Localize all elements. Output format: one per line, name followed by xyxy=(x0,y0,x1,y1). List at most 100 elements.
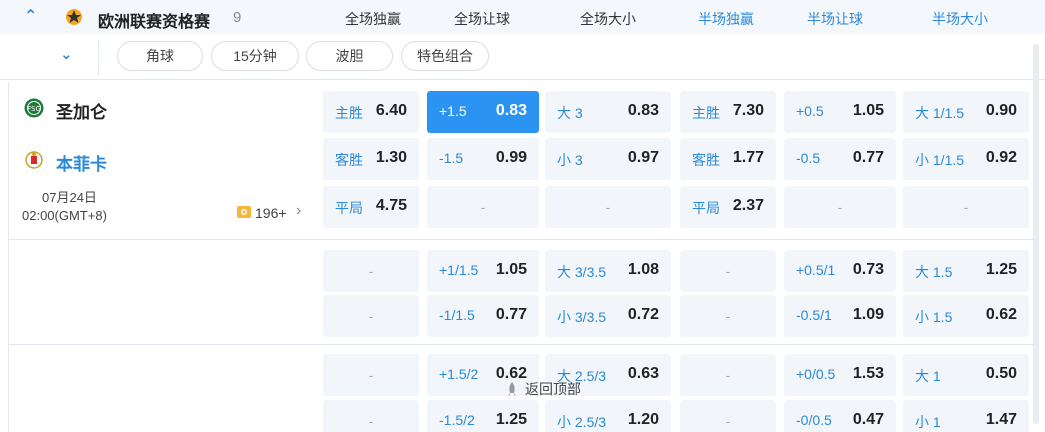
odds-cell-ft-handicap[interactable]: -1.5/2 1.25 xyxy=(427,400,539,432)
odds-label: 小 1/1.5 xyxy=(915,152,965,168)
odds-cell-ft-1x2: - xyxy=(323,354,419,396)
more-markets-icon[interactable] xyxy=(236,204,252,220)
odds-label: -1.5/2 xyxy=(439,412,475,428)
odds-value: 0.73 xyxy=(852,261,884,278)
odds-label: -0/0.5 xyxy=(796,412,832,428)
odds-cell-ft-over-under[interactable]: 小 3/3.5 0.72 xyxy=(545,295,671,337)
odds-cell-ft-1x2: - xyxy=(323,295,419,337)
empty-odds-dash: - xyxy=(725,413,731,429)
odds-label: 大 3 xyxy=(557,105,583,121)
odds-label: 小 1 xyxy=(915,414,941,430)
odds-cell-ft-1x2: - xyxy=(323,400,419,432)
benfica-badge-icon xyxy=(25,151,43,169)
back-to-top-button[interactable]: 返回顶部 xyxy=(505,379,581,399)
odds-cell-ht-handicap[interactable]: +0.5 1.05 xyxy=(784,91,896,133)
filter-special-combo[interactable]: 特色组合 xyxy=(401,41,489,71)
col-ht-handicap[interactable]: 半场让球 xyxy=(775,9,895,29)
odds-cell-ht-over-under[interactable]: 小 1/1.5 0.92 xyxy=(903,138,1029,180)
odds-label: 小 3/3.5 xyxy=(557,309,607,325)
odds-value: 4.75 xyxy=(375,197,407,214)
odds-label: 小 1.5 xyxy=(915,309,953,325)
odds-cell-ht-1x2: - xyxy=(680,250,776,292)
odds-cell-ht-over-under[interactable]: 小 1.5 0.62 xyxy=(903,295,1029,337)
odds-cell-ft-handicap[interactable]: +1.5 0.83 xyxy=(427,91,539,133)
odds-value: 0.90 xyxy=(985,102,1017,119)
odds-cell-ft-handicap[interactable]: -1.5 0.99 xyxy=(427,138,539,180)
odds-value: 0.83 xyxy=(495,102,527,119)
odds-cell-ht-over-under: - xyxy=(903,186,1029,228)
odds-cell-ft-1x2[interactable]: 主胜 6.40 xyxy=(323,91,419,133)
odds-value: 7.30 xyxy=(732,102,764,119)
odds-value: 1.09 xyxy=(852,306,884,323)
col-ht-1x2[interactable]: 半场独赢 xyxy=(666,9,786,29)
filter-correct-score[interactable]: 波胆 xyxy=(306,41,393,71)
odds-label: 平局 xyxy=(692,200,720,216)
odds-value: 0.63 xyxy=(627,365,659,382)
odds-value: 1.47 xyxy=(985,411,1017,428)
odds-value: 1.05 xyxy=(495,261,527,278)
odds-label: 小 2.5/3 xyxy=(557,414,607,430)
col-ft-1x2: 全场独赢 xyxy=(345,11,401,27)
empty-odds-dash: - xyxy=(725,367,731,383)
odds-cell-ht-handicap[interactable]: -0.5 0.77 xyxy=(784,138,896,180)
empty-odds-dash: - xyxy=(368,263,374,279)
collapse-chevron-icon[interactable]: ⌃ xyxy=(24,6,37,26)
odds-label: +0.5 xyxy=(796,103,824,119)
away-team-name[interactable]: 本菲卡 xyxy=(56,150,107,175)
col-ht-over-under[interactable]: 半场大小 xyxy=(900,9,1020,29)
odds-cell-ft-handicap[interactable]: -1/1.5 0.77 xyxy=(427,295,539,337)
odds-label: 客胜 xyxy=(692,152,720,168)
competition-title[interactable]: 欧洲联赛资格赛 xyxy=(98,8,210,32)
odds-cell-ht-handicap[interactable]: +0.5/1 0.73 xyxy=(784,250,896,292)
odds-label: 大 1.5 xyxy=(915,264,953,280)
more-markets-count[interactable]: 196+ xyxy=(255,205,287,221)
filter-corners[interactable]: 角球 xyxy=(117,41,203,71)
odds-panel: ⌃ 欧洲联赛资格赛 9 全场独赢 全场让球 全场大小 半场独赢 半场让球 半场大… xyxy=(0,0,1045,432)
odds-cell-ht-over-under[interactable]: 小 1 1.47 xyxy=(903,400,1029,432)
match-date: 07月24日 xyxy=(42,190,97,205)
col-ft-handicap: 全场让球 xyxy=(454,11,510,27)
market-filter-bar: ⌄ 角球 15分钟 波胆 特色组合 xyxy=(0,34,1045,80)
odds-cell-ht-over-under[interactable]: 大 1.5 1.25 xyxy=(903,250,1029,292)
odds-label: -0.5 xyxy=(796,150,821,166)
odds-value: 0.62 xyxy=(985,306,1017,323)
odds-cell-ft-over-under[interactable]: 小 2.5/3 1.20 xyxy=(545,400,671,432)
filter-15min[interactable]: 15分钟 xyxy=(211,41,299,71)
odds-cell-ht-handicap[interactable]: -0/0.5 0.47 xyxy=(784,400,896,432)
odds-cell-ft-handicap[interactable]: +1/1.5 1.05 xyxy=(427,250,539,292)
empty-odds-dash: - xyxy=(963,199,969,215)
odds-value: 0.50 xyxy=(985,365,1017,382)
odds-cell-ht-handicap[interactable]: +0/0.5 1.53 xyxy=(784,354,896,396)
odds-cell-ft-over-under[interactable]: 小 3 0.97 xyxy=(545,138,671,180)
odds-cell-ht-handicap[interactable]: -0.5/1 1.09 xyxy=(784,295,896,337)
odds-cell-ht-over-under[interactable]: 大 1 0.50 xyxy=(903,354,1029,396)
col-ft-over-under: 全场大小 xyxy=(580,11,636,27)
odds-value: 1.77 xyxy=(732,149,764,166)
odds-cell-ht-1x2[interactable]: 客胜 1.77 xyxy=(680,138,776,180)
odds-cell-ft-over-under[interactable]: 大 3/3.5 1.08 xyxy=(545,250,671,292)
odds-value: 0.99 xyxy=(495,149,527,166)
odds-cell-ft-over-under[interactable]: 大 3 0.83 xyxy=(545,91,671,133)
odds-cell-ht-1x2: - xyxy=(680,354,776,396)
home-team-name[interactable]: 圣加仑 xyxy=(56,98,107,123)
odds-label: -1.5 xyxy=(439,150,464,166)
scrollbar[interactable] xyxy=(1033,44,1039,424)
odds-value: 1.25 xyxy=(495,411,527,428)
odds-cell-ht-1x2: - xyxy=(680,295,776,337)
chevron-right-icon[interactable]: › xyxy=(296,202,301,220)
empty-odds-dash: - xyxy=(368,413,374,429)
odds-value: 0.77 xyxy=(495,306,527,323)
odds-cell-ht-over-under[interactable]: 大 1/1.5 0.90 xyxy=(903,91,1029,133)
odds-cell-ft-1x2[interactable]: 客胜 1.30 xyxy=(323,138,419,180)
st-gallen-badge-icon: FSG xyxy=(24,98,44,118)
odds-cell-ht-1x2[interactable]: 平局 2.37 xyxy=(680,186,776,228)
odds-label: +0.5/1 xyxy=(796,262,836,278)
odds-value: 2.37 xyxy=(732,197,764,214)
odds-cell-ht-1x2[interactable]: 主胜 7.30 xyxy=(680,91,776,133)
odds-cell-ft-1x2[interactable]: 平局 4.75 xyxy=(323,186,419,228)
odds-cell-ht-1x2: - xyxy=(680,400,776,432)
expand-double-chevron-icon[interactable]: ⌄ xyxy=(60,45,73,63)
match-count: 9 xyxy=(233,9,242,26)
odds-value: 1.20 xyxy=(627,411,659,428)
odds-cell-ft-1x2: - xyxy=(323,250,419,292)
